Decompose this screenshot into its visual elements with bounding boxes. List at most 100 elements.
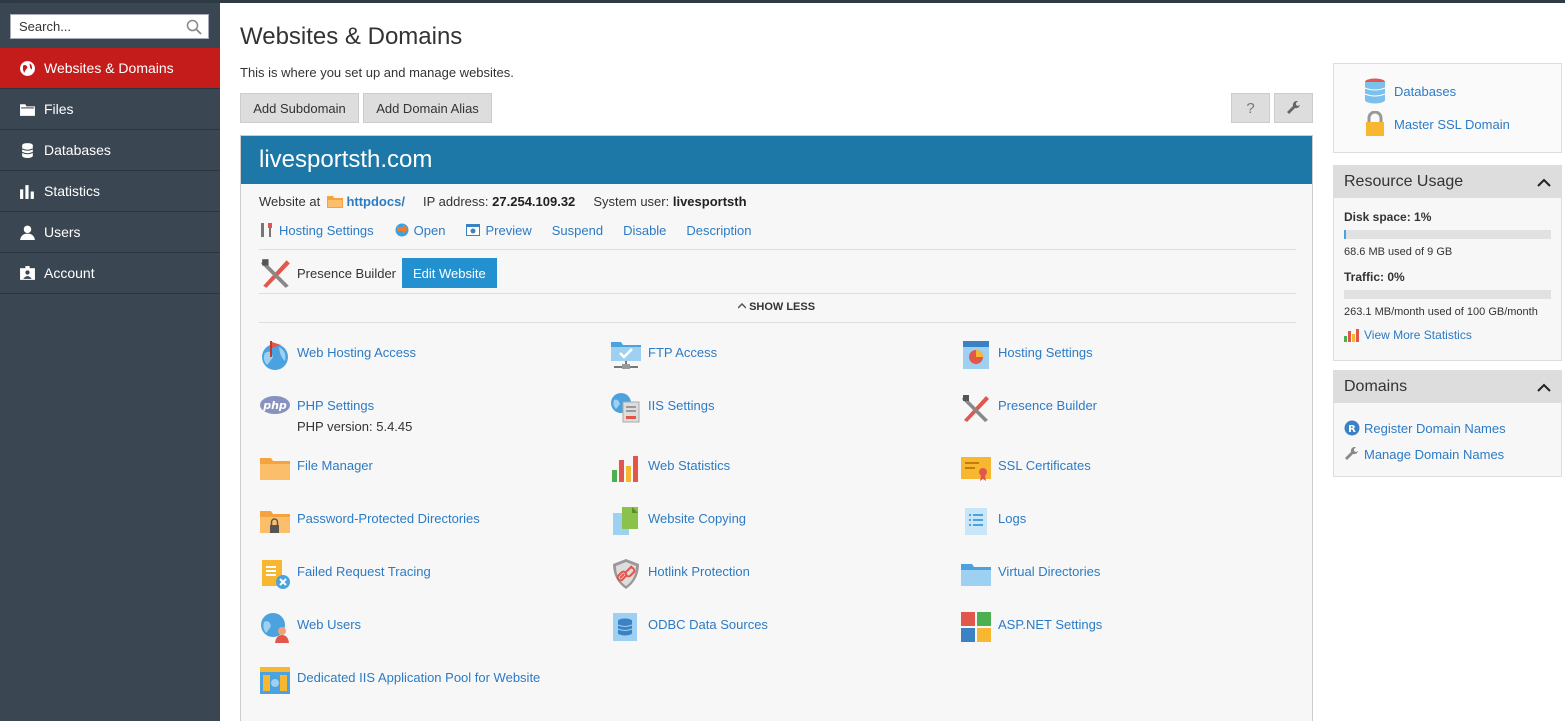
view-more-label[interactable]: View More Statistics <box>1364 328 1472 342</box>
presence-builder-icon <box>261 259 290 288</box>
tool-label[interactable]: Logs <box>998 505 1026 526</box>
sidebar-item-users[interactable]: Users <box>0 212 220 253</box>
tool-failed-request-tracing[interactable]: Failed Request Tracing <box>259 558 431 590</box>
logs-icon <box>965 508 987 535</box>
tool-label[interactable]: Virtual Directories <box>998 558 1100 579</box>
panel-title: Domains <box>1344 378 1408 395</box>
link-label: Preview <box>485 222 532 238</box>
add-subdomain-button[interactable]: Add Subdomain <box>240 93 359 123</box>
tool-web-hosting-access[interactable]: Web Hosting Access <box>259 339 416 371</box>
wrench-icon <box>1286 101 1300 114</box>
edit-website-button[interactable]: Edit Website <box>402 258 497 288</box>
tool-label[interactable]: Web Hosting Access <box>297 339 416 360</box>
add-domain-alias-button[interactable]: Add Domain Alias <box>363 93 492 123</box>
disk-usage-text: 68.6 MB used of 9 GB <box>1344 246 1453 258</box>
databases-quick-link[interactable]: Databases <box>1364 78 1456 104</box>
tool-label[interactable]: ODBC Data Sources <box>648 611 768 632</box>
tool-hotlink-protection[interactable]: Hotlink Protection <box>610 558 750 590</box>
tool-iis-settings[interactable]: IIS Settings <box>610 392 714 424</box>
chevron-up-icon[interactable] <box>1537 383 1551 392</box>
quick-link-label[interactable]: Databases <box>1394 84 1456 99</box>
suspend-link[interactable]: Suspend <box>552 222 603 238</box>
tool-label[interactable]: Presence Builder <box>998 392 1097 413</box>
disk-space-label: Disk space: 1% <box>1344 210 1432 224</box>
globe-icon <box>20 60 35 76</box>
tool-aspnet-settings[interactable]: ASP.NET Settings <box>960 611 1102 643</box>
tool-ssl-certificates[interactable]: SSL Certificates <box>960 452 1091 484</box>
domains-header[interactable]: Domains <box>1334 371 1561 403</box>
manage-domain-names-link[interactable]: Manage Domain Names <box>1344 446 1504 462</box>
tool-label[interactable]: Password-Protected Directories <box>297 505 480 526</box>
tool-label[interactable]: Hosting Settings <box>998 339 1093 360</box>
sidebar: Websites & Domains Files Databases Stati… <box>0 3 220 721</box>
master-ssl-domain-link[interactable]: Master SSL Domain <box>1364 111 1510 137</box>
tool-label[interactable]: Hotlink Protection <box>648 558 750 579</box>
tool-virtual-directories[interactable]: Virtual Directories <box>960 558 1100 590</box>
sidebar-item-databases[interactable]: Databases <box>0 130 220 171</box>
tool-label[interactable]: PHP Settings <box>297 392 412 413</box>
tool-presence-builder[interactable]: Presence Builder <box>960 392 1097 424</box>
disable-link[interactable]: Disable <box>623 222 666 238</box>
hosting-settings-link[interactable]: Hosting Settings <box>259 222 374 238</box>
sidebar-item-account[interactable]: Account <box>0 253 220 294</box>
tool-file-manager[interactable]: File Manager <box>259 452 373 484</box>
view-more-statistics-link[interactable]: View More Statistics <box>1344 328 1472 342</box>
tool-website-copying[interactable]: Website Copying <box>610 505 746 537</box>
web-statistics-icon <box>612 456 638 482</box>
tool-password-protected-directories[interactable]: Password-Protected Directories <box>259 505 480 537</box>
search-box[interactable] <box>10 14 209 39</box>
search-input[interactable] <box>11 15 171 38</box>
resource-usage-header[interactable]: Resource Usage <box>1334 166 1561 198</box>
sidebar-item-websites-domains[interactable]: Websites & Domains <box>0 48 220 89</box>
search-icon[interactable] <box>186 19 202 35</box>
domain-link-label[interactable]: Register Domain Names <box>1364 421 1506 436</box>
tool-label[interactable]: Dedicated IIS Application Pool for Websi… <box>297 664 540 685</box>
domain-link-label[interactable]: Manage Domain Names <box>1364 447 1504 462</box>
open-link[interactable]: Open <box>394 222 446 238</box>
tool-odbc-data-sources[interactable]: ODBC Data Sources <box>610 611 768 643</box>
tool-label[interactable]: Web Statistics <box>648 452 730 473</box>
tool-label[interactable]: FTP Access <box>648 339 717 360</box>
quick-link-label[interactable]: Master SSL Domain <box>1394 117 1510 132</box>
tool-label[interactable]: File Manager <box>297 452 373 473</box>
tool-label[interactable]: Web Users <box>297 611 361 632</box>
preview-icon <box>466 224 481 236</box>
tool-ftp-access[interactable]: FTP Access <box>610 339 717 371</box>
tool-php-settings[interactable]: php PHP Settings PHP version: 5.4.45 <box>259 392 412 434</box>
tool-label[interactable]: Failed Request Tracing <box>297 558 431 579</box>
tool-label[interactable]: ASP.NET Settings <box>998 611 1102 632</box>
sidebar-item-statistics[interactable]: Statistics <box>0 171 220 212</box>
show-less-toggle[interactable]: SHOW LESS <box>737 301 815 313</box>
description-link[interactable]: Description <box>686 222 751 238</box>
chevron-up-icon[interactable] <box>1537 178 1551 187</box>
folder-icon <box>20 103 35 116</box>
php-icon: php <box>260 396 290 414</box>
preview-link[interactable]: Preview <box>465 222 532 238</box>
sidebar-item-label: Account <box>44 265 95 281</box>
open-globe-icon <box>395 223 409 237</box>
traffic-usage-bar <box>1344 290 1551 299</box>
tool-label[interactable]: SSL Certificates <box>998 452 1091 473</box>
tool-label[interactable]: Website Copying <box>648 505 746 526</box>
link-label: Hosting Settings <box>279 222 374 238</box>
tool-web-users[interactable]: Web Users <box>259 611 361 643</box>
system-user-value: livesportsth <box>672 194 747 209</box>
virtual-directory-folder-icon <box>961 564 991 586</box>
failed-request-tracing-icon <box>262 560 290 589</box>
traffic-usage-text: 263.1 MB/month used of 100 GB/month <box>1344 306 1538 318</box>
resource-usage-panel: Resource Usage Disk space: 1% 68.6 MB us… <box>1333 165 1562 361</box>
tool-logs[interactable]: Logs <box>960 505 1026 537</box>
sidebar-item-files[interactable]: Files <box>0 89 220 130</box>
help-button[interactable]: ? <box>1231 93 1270 123</box>
bar-chart-icon <box>20 184 34 199</box>
tool-hosting-settings[interactable]: Hosting Settings <box>960 339 1093 371</box>
folder-icon <box>326 196 343 208</box>
domains-panel: Domains R Register Domain Names Manage D… <box>1333 370 1562 477</box>
tool-web-statistics[interactable]: Web Statistics <box>610 452 730 484</box>
tool-label[interactable]: IIS Settings <box>648 392 714 413</box>
register-domain-names-link[interactable]: R Register Domain Names <box>1344 420 1506 436</box>
tool-dedicated-iis-app-pool[interactable]: Dedicated IIS Application Pool for Websi… <box>259 664 540 696</box>
settings-wrench-button[interactable] <box>1274 93 1313 123</box>
link-label: Open <box>413 222 446 238</box>
docroot-link[interactable]: httpdocs/ <box>346 194 405 209</box>
